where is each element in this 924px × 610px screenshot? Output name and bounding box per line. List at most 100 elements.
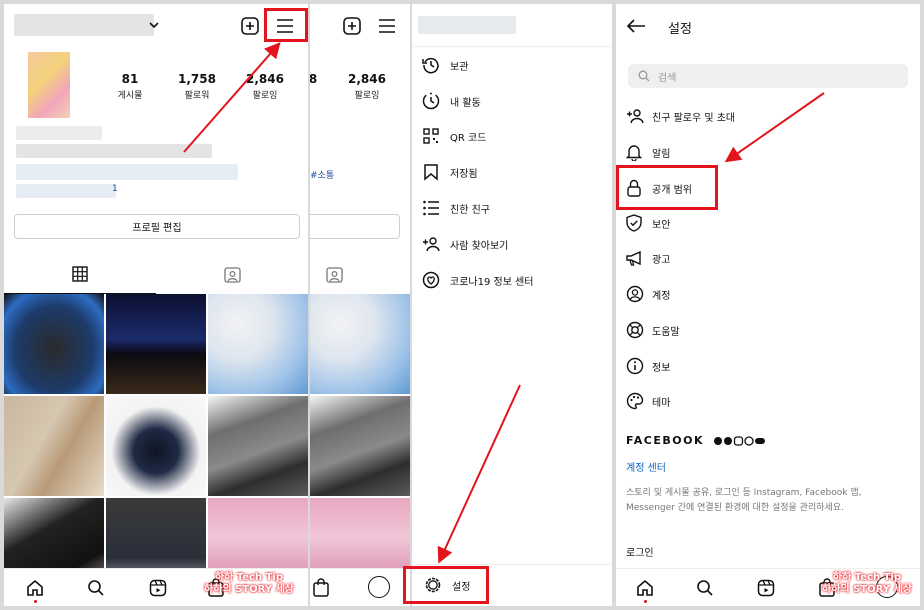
followers-label: 팔로워: [184, 91, 210, 101]
login-section-heading: 로그인: [626, 548, 654, 559]
following-label: 팔로잉: [252, 91, 278, 101]
following-count[interactable]: 2,846 팔로잉: [244, 72, 286, 101]
qr-code-icon: [422, 127, 442, 145]
menu-hamburger-icon[interactable]: [378, 17, 396, 35]
meta-app-icons: [713, 436, 771, 446]
bookmark-icon: [422, 163, 442, 181]
posts-count-partial[interactable]: 8: [310, 72, 318, 86]
new-post-icon[interactable]: [342, 16, 362, 36]
post-thumbnail[interactable]: [106, 294, 206, 394]
add-person-icon: [626, 108, 646, 124]
post-thumbnail[interactable]: [4, 396, 104, 496]
menu-item-close-friends[interactable]: 친한 친구: [422, 199, 490, 217]
settings-item-label: 보안: [652, 219, 671, 231]
chevron-down-icon[interactable]: [148, 19, 160, 31]
reels-icon[interactable]: [757, 579, 775, 597]
menu-item-label: 저장됨: [450, 168, 478, 180]
posts-value: 8: [310, 72, 318, 86]
post-thumbnail[interactable]: [208, 396, 308, 496]
followers-count[interactable]: 1,758 팔로워: [176, 72, 218, 101]
settings-item-account[interactable]: 계정: [626, 285, 670, 303]
megaphone-icon: [626, 250, 646, 266]
followers-value: 1,758: [178, 72, 216, 86]
facebook-heading: FACEBOOK: [626, 434, 771, 447]
settings-item-about[interactable]: 정보: [626, 357, 670, 375]
menu-item-covid[interactable]: 코로나19 정보 센터: [422, 271, 533, 289]
search-icon[interactable]: [87, 579, 105, 597]
profile-screen: 81 게시물 1,758 팔로워 2,846 팔로잉 1 프로필 편집 하하 T…: [4, 4, 308, 606]
post-thumbnail[interactable]: [310, 294, 410, 394]
posts-label: 게시물: [117, 91, 143, 101]
menu-item-label: QR 코드: [450, 132, 487, 144]
discover-people-icon: [422, 235, 442, 253]
edit-profile-button-partial[interactable]: [310, 214, 400, 239]
shop-icon[interactable]: [312, 578, 330, 597]
watermark: 하하 Tech Tip 하하의 STORY 세상: [822, 572, 912, 596]
following-label: 팔로잉: [354, 91, 380, 101]
post-thumbnail[interactable]: [4, 294, 104, 394]
home-icon[interactable]: [636, 579, 654, 597]
username-blurred[interactable]: [14, 14, 154, 36]
search-icon[interactable]: [696, 579, 714, 597]
account-icon: [626, 285, 646, 303]
settings-item-ads[interactable]: 광고: [626, 250, 670, 266]
menu-item-label: 내 활동: [450, 97, 481, 109]
grid-tab-icon[interactable]: [72, 266, 88, 282]
post-thumbnail[interactable]: [106, 396, 206, 496]
profile-avatar-icon[interactable]: [368, 576, 390, 598]
bio-blurred: [16, 184, 116, 198]
palette-icon: [626, 392, 646, 410]
new-post-icon[interactable]: [240, 16, 260, 36]
watermark-line2: 하하의 STORY 세상: [204, 584, 294, 595]
hashtag-text[interactable]: #소통: [310, 168, 334, 181]
archive-icon: [422, 56, 442, 74]
settings-item-label: 테마: [652, 397, 671, 409]
menu-item-activity[interactable]: 내 활동: [422, 92, 481, 110]
menu-item-archive[interactable]: 보관: [422, 56, 468, 74]
menu-item-label: 보관: [450, 61, 469, 73]
menu-divider: [412, 564, 612, 565]
menu-item-label: 친한 친구: [450, 204, 490, 216]
back-arrow-icon[interactable]: [626, 18, 646, 34]
accounts-center-link[interactable]: 계정 센터: [626, 459, 666, 474]
menu-item-qr[interactable]: QR 코드: [422, 127, 486, 145]
profile-screen-partial: 8 2,846 팔로잉 #소통: [310, 4, 410, 606]
following-value: 2,846: [246, 72, 284, 86]
close-friends-icon: [422, 199, 442, 217]
username-blurred: [418, 16, 516, 34]
search-input[interactable]: 검색: [628, 64, 908, 88]
tagged-tab-icon[interactable]: [224, 266, 241, 283]
settings-item-follow-invite[interactable]: 친구 팔로우 및 초대: [626, 108, 735, 124]
home-active-dot: [644, 600, 647, 603]
menu-item-discover-people[interactable]: 사람 찾아보기: [422, 235, 508, 253]
settings-item-label: 정보: [652, 362, 671, 374]
bottom-nav: [310, 568, 410, 606]
post-thumbnail[interactable]: [208, 294, 308, 394]
menu-item-label: 사람 찾아보기: [450, 240, 509, 252]
settings-item-help[interactable]: 도움말: [626, 321, 680, 339]
settings-item-label: 계정: [652, 290, 671, 302]
settings-item-theme[interactable]: 테마: [626, 392, 670, 410]
highlight-menu-button: [264, 8, 308, 42]
settings-item-security[interactable]: 보안: [626, 214, 670, 232]
menu-item-saved[interactable]: 저장됨: [422, 163, 478, 181]
facebook-heading-text: FACEBOOK: [626, 434, 704, 447]
bio-count: 1: [112, 184, 118, 194]
settings-item-label: 광고: [652, 254, 671, 266]
home-active-dot: [34, 600, 37, 603]
reels-icon[interactable]: [149, 579, 167, 597]
search-placeholder: 검색: [658, 72, 677, 84]
avatar[interactable]: [28, 52, 70, 118]
watermark-line1: 하하 Tech Tip: [214, 572, 283, 583]
highlight-privacy-item: [616, 165, 718, 210]
watermark-line2: 하하의 STORY 세상: [822, 584, 912, 595]
following-count[interactable]: 2,846 팔로잉: [346, 72, 388, 101]
settings-item-label: 알림: [652, 148, 671, 160]
posts-count[interactable]: 81 게시물: [114, 72, 146, 101]
tagged-tab-icon[interactable]: [326, 266, 343, 283]
settings-item-notifications[interactable]: 알림: [626, 143, 670, 161]
edit-profile-button[interactable]: 프로필 편집: [14, 214, 300, 239]
home-icon[interactable]: [26, 579, 44, 597]
help-icon: [626, 321, 646, 339]
post-thumbnail[interactable]: [310, 396, 410, 496]
